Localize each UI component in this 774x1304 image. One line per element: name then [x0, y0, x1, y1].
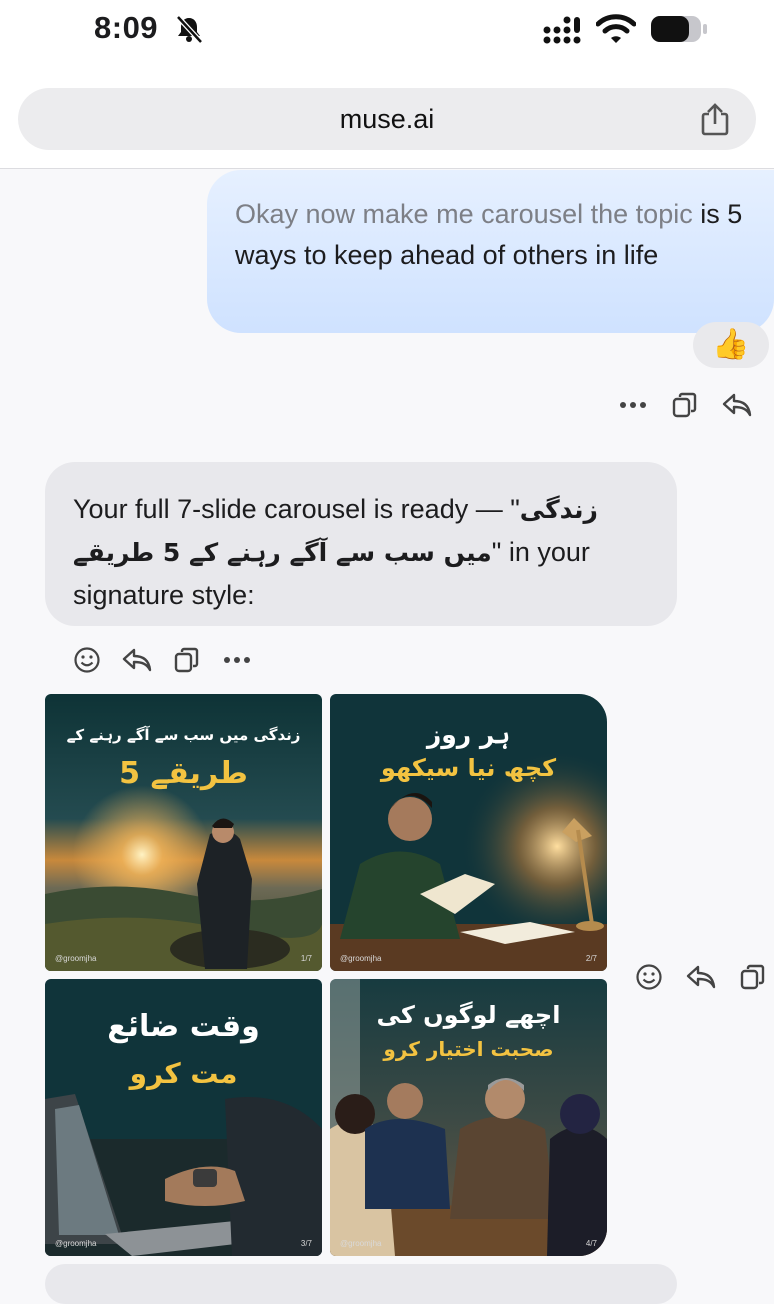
more-options-icon[interactable] [616, 388, 650, 422]
browser-toolbar: muse.ai [0, 58, 774, 169]
reply-icon[interactable] [720, 388, 754, 422]
carousel-slide-1[interactable]: زندگی میں سب سے آگے رہنے کے 5 طریقے @gro… [45, 694, 322, 971]
slide-4-title-line-1: اچھے لوگوں کی [376, 1001, 561, 1029]
slide-3-page-number: 3/7 [300, 1239, 312, 1248]
slide-2-title-line-2: کچھ نیا سیکھو [380, 754, 557, 782]
slide-3-title-line-1: وقت ضائع [107, 1009, 260, 1044]
status-bar: 8:09 [0, 0, 774, 58]
slide-2-watermark: @groomjha [340, 954, 382, 963]
slide-1-title-line-2: 5 طریقے [119, 756, 248, 791]
thumbs-up-reaction[interactable]: 👍 [693, 322, 769, 368]
carousel-slide-3[interactable]: وقت ضائع مت کرو @groomjha 3/7 [45, 979, 322, 1256]
copy-icon[interactable] [170, 643, 204, 677]
copy-icon[interactable] [668, 388, 702, 422]
next-message-bubble[interactable] [45, 1264, 677, 1304]
share-icon[interactable] [698, 102, 732, 138]
wifi-icon [596, 14, 636, 43]
slide-1-title-line-1: زندگی میں سب سے آگے رہنے کے [66, 726, 301, 744]
more-options-icon[interactable] [220, 643, 254, 677]
address-bar[interactable]: muse.ai [18, 88, 756, 150]
emoji-reaction-icon[interactable] [632, 960, 666, 994]
user-message-bubble[interactable]: Okay now make me carousel the topic is 5… [207, 170, 774, 333]
assistant-message-bubble[interactable]: Your full 7-slide carousel is ready — "ز… [45, 462, 677, 626]
slide-2-page-number: 2/7 [585, 954, 597, 963]
slide-4-watermark: @groomjha [340, 1239, 382, 1248]
reply-icon[interactable] [120, 643, 154, 677]
assistant-message-intro: Your full 7-slide carousel is ready — " [73, 494, 520, 524]
battery-icon [651, 16, 707, 42]
slide-4-title-line-2: صحبت اختیار کرو [383, 1037, 554, 1061]
user-message-faded-text: Okay now make me carousel the topic [235, 199, 693, 229]
slide-3-title-line-2: مت کرو [129, 1057, 238, 1090]
image-actions [632, 960, 770, 994]
silent-bell-icon [176, 15, 203, 44]
slide-4-page-number: 4/7 [585, 1239, 597, 1248]
user-message-actions [616, 388, 754, 422]
emoji-reaction-icon[interactable] [70, 643, 104, 677]
status-time: 8:09 [94, 10, 159, 45]
slide-1-page-number: 1/7 [300, 954, 312, 963]
cellular-signal-icon [543, 16, 581, 44]
url-text: muse.ai [339, 104, 435, 134]
slide-2-title-line-1: ہر روز [426, 720, 511, 749]
carousel-slide-2[interactable]: ہر روز کچھ نیا سیکھو @groomjha 2/7 [330, 694, 607, 971]
carousel-slide-4[interactable]: اچھے لوگوں کی صحبت اختیار کرو @groomjha … [330, 979, 607, 1256]
assistant-message-actions [70, 643, 254, 677]
slide-3-watermark: @groomjha [55, 1239, 97, 1248]
slide-1-watermark: @groomjha [55, 954, 97, 963]
copy-icon[interactable] [736, 960, 770, 994]
reply-icon[interactable] [684, 960, 718, 994]
